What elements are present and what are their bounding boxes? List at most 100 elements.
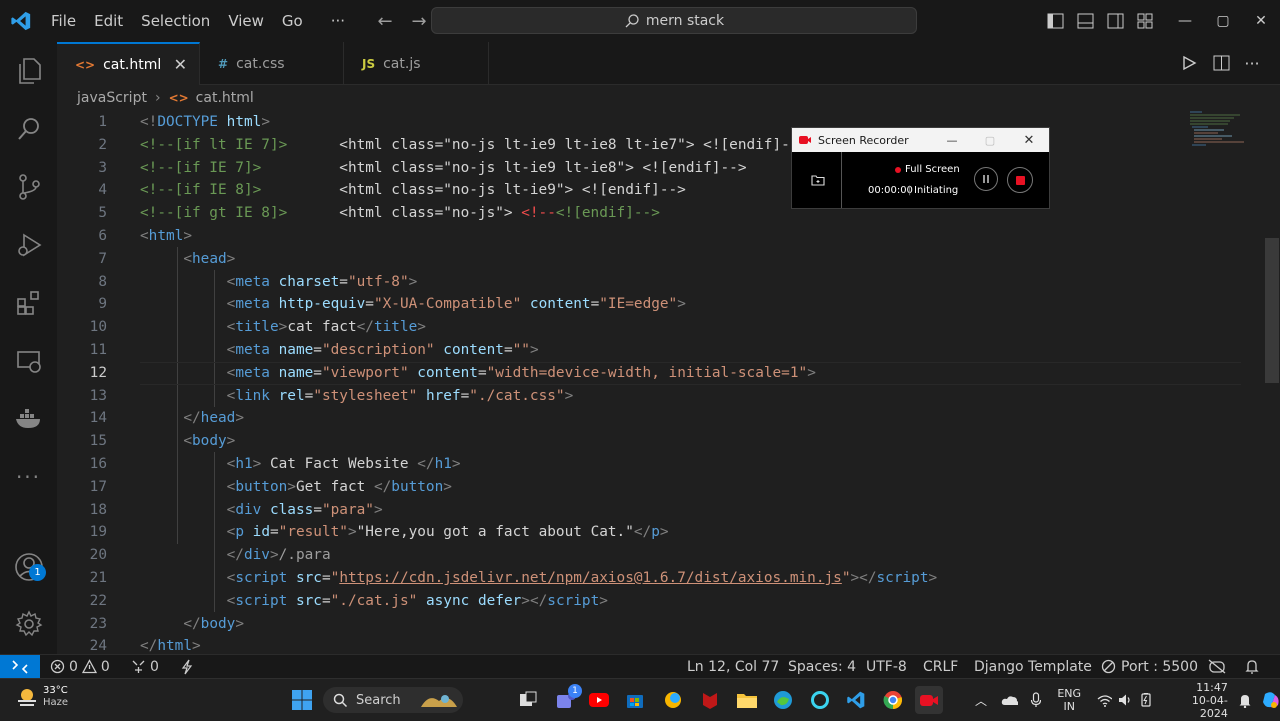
code-line: 12 <meta name="viewport" content="width=… — [89, 364, 816, 381]
port-text: Port : 5500 — [1121, 658, 1198, 675]
code-line: 1 <!DOCTYPE html> — [98, 114, 270, 130]
code-line: 10 <title>cat fact</title> — [89, 319, 426, 336]
code-line: 19 <p id="result">"Here,you got a fact a… — [89, 524, 669, 541]
live-server-port[interactable]: Port : 5500 — [1101, 655, 1198, 678]
maximize-window-icon[interactable]: ▢ — [1204, 0, 1242, 42]
accounts-icon[interactable]: 1 — [0, 538, 57, 596]
minimap[interactable] — [1188, 110, 1248, 150]
cortana-ring-icon[interactable] — [806, 686, 834, 714]
manage-gear-icon[interactable] — [0, 595, 57, 653]
remote-window-button[interactable] — [0, 655, 40, 678]
search-icon — [333, 693, 348, 707]
clock-date[interactable]: 10-04-2024 — [1167, 694, 1228, 720]
search-highlight-illustration-icon — [421, 695, 457, 707]
remote-explorer-icon[interactable] — [0, 332, 57, 390]
wifi-icon[interactable] — [1097, 694, 1113, 707]
weather-widget[interactable]: 33°C Haze — [15, 685, 68, 709]
run-and-debug-icon[interactable] — [0, 216, 57, 274]
menu-file[interactable]: File — [42, 0, 85, 42]
live-share-icon[interactable] — [180, 655, 194, 678]
back-arrow-icon[interactable]: ← — [368, 11, 402, 32]
stop-icon — [1015, 175, 1025, 185]
volume-icon[interactable] — [1118, 693, 1132, 707]
command-center-search[interactable]: mern stack — [431, 7, 917, 34]
minimize-window-icon[interactable]: — — [1166, 0, 1204, 42]
indentation-setting[interactable]: Spaces: 4 — [788, 655, 856, 678]
recorder-status: Initiating — [914, 185, 959, 196]
code-line: 18 <div class="para"> — [89, 501, 383, 518]
copilot-app-icon[interactable] — [659, 686, 687, 714]
microphone-icon[interactable] — [1030, 692, 1042, 708]
customize-layout-icon[interactable] — [1130, 0, 1160, 42]
show-hidden-icons-chevron-icon[interactable]: ︿ — [975, 692, 987, 709]
split-editor-icon[interactable] — [1206, 42, 1236, 84]
code-line: 23 </body> — [89, 615, 244, 632]
code-line: 21 <script src="https://cdn.jsdelivr.net… — [89, 570, 938, 586]
source-control-icon[interactable] — [0, 158, 57, 216]
toggle-primary-sidebar-icon[interactable] — [1040, 0, 1070, 42]
start-windows-icon[interactable] — [288, 686, 316, 714]
stop-button[interactable] — [1007, 167, 1033, 193]
notification-bell-icon[interactable] — [1238, 693, 1251, 708]
problems-indicator[interactable]: 0 0 — [50, 655, 110, 678]
copilot-icon[interactable] — [1208, 655, 1226, 678]
menu-go[interactable]: Go — [273, 0, 312, 42]
tab-cat-html[interactable]: <> cat.html ✕ — [57, 42, 200, 85]
recorder-close-icon[interactable]: ✕ — [1009, 133, 1049, 148]
copilot-colorful-icon[interactable] — [1261, 690, 1280, 710]
mcafee-icon[interactable] — [696, 686, 724, 714]
breadcrumb-folder[interactable]: javaScript — [77, 90, 147, 106]
microsoft-store-icon[interactable] — [621, 686, 649, 714]
encoding-setting[interactable]: UTF-8 — [866, 655, 907, 678]
recorder-app-icon — [799, 136, 811, 144]
run-code-icon[interactable] — [1174, 42, 1204, 84]
menu-more[interactable]: ··· — [322, 0, 354, 42]
open-folder-icon[interactable] — [811, 174, 825, 186]
youtube-icon[interactable] — [585, 686, 613, 714]
extensions-icon[interactable] — [0, 274, 57, 332]
input-language[interactable]: ENG — [1057, 687, 1081, 700]
edge-browser-icon[interactable] — [769, 686, 797, 714]
toggle-secondary-sidebar-icon[interactable] — [1100, 0, 1130, 42]
recorder-minimize-icon[interactable]: — — [933, 134, 971, 147]
language-mode[interactable]: Django Template — [974, 655, 1092, 678]
eol-setting[interactable]: CRLF — [923, 655, 958, 678]
input-region[interactable]: IN — [1057, 700, 1081, 713]
pause-button[interactable] — [974, 167, 998, 191]
search-sidebar-icon[interactable] — [0, 100, 57, 158]
code-line: 22 <script src="./cat.js" async defer></… — [89, 592, 608, 609]
more-views-icon[interactable]: ··· — [0, 448, 57, 506]
screen-recorder-taskbar-icon[interactable] — [915, 686, 943, 714]
chrome-browser-icon[interactable] — [879, 686, 907, 714]
toggle-panel-icon[interactable] — [1070, 0, 1100, 42]
menu-view[interactable]: View — [219, 0, 273, 42]
recorder-mode[interactable]: Full Screen — [905, 164, 960, 175]
clock-time[interactable]: 11:47 — [1167, 681, 1228, 694]
editor-more-actions-icon[interactable]: ··· — [1237, 42, 1267, 84]
taskbar-search-box[interactable]: Search — [323, 687, 463, 713]
tab-cat-css[interactable]: # cat.css — [200, 42, 344, 85]
vscode-taskbar-icon[interactable] — [842, 686, 870, 714]
code-line: 6 <html> — [98, 228, 192, 244]
menu-selection[interactable]: Selection — [132, 0, 219, 42]
cursor-position[interactable]: Ln 12, Col 77 — [687, 655, 779, 678]
ports-indicator[interactable]: 0 — [131, 655, 159, 678]
editor-scrollbar-thumb[interactable] — [1265, 238, 1279, 383]
tab-cat-js[interactable]: JS cat.js — [344, 42, 489, 85]
breadcrumb-file[interactable]: cat.html — [196, 90, 254, 106]
code-line: 4 <!--[if IE 8]> <html class="no-js lt-ie… — [98, 182, 686, 199]
explorer-icon[interactable] — [0, 42, 57, 100]
file-explorer-icon[interactable] — [733, 686, 761, 714]
recorder-divider — [841, 152, 842, 208]
close-tab-icon[interactable]: ✕ — [174, 55, 187, 74]
no-entry-icon — [1101, 659, 1116, 674]
code-editor[interactable]: 1 <!DOCTYPE html> 2 <!--[if lt IE 7]> <htm… — [57, 110, 1264, 654]
teams-chat-icon[interactable]: 1 — [552, 684, 582, 714]
task-view-icon[interactable] — [514, 686, 542, 714]
close-window-icon[interactable]: ✕ — [1242, 0, 1280, 42]
menu-edit[interactable]: Edit — [85, 0, 132, 42]
notifications-bell-icon[interactable] — [1245, 655, 1259, 678]
onedrive-cloud-icon[interactable] — [1001, 694, 1019, 706]
docker-icon[interactable] — [0, 390, 57, 448]
battery-icon[interactable] — [1138, 693, 1153, 707]
